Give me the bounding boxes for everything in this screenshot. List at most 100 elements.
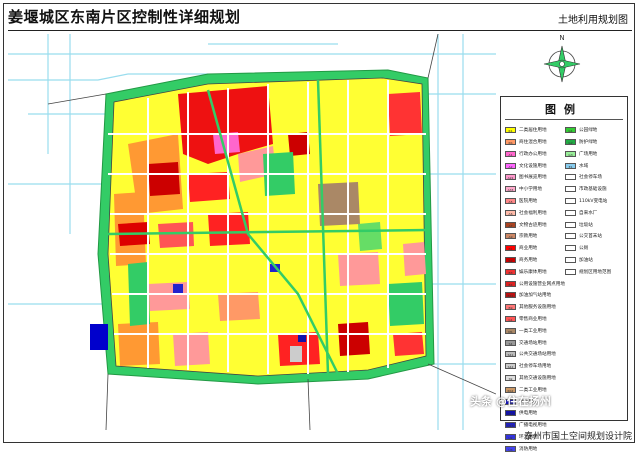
legend-item: B2 商务用地: [505, 255, 565, 266]
legend-swatch: E1: [565, 162, 576, 169]
legend-label: 公园绿地: [579, 128, 598, 134]
north-arrow: N: [540, 34, 584, 86]
legend-item: B3 娱乐康体用地: [505, 267, 565, 278]
legend-label: 图书展览用地: [519, 175, 547, 181]
legend-label: 其他交通设施用地: [519, 375, 556, 381]
legend-item: A7 文物古迹用地: [505, 219, 565, 230]
legend-label: 交通场站用地: [519, 340, 547, 346]
legend-label: 文化设施用地: [519, 163, 547, 169]
legend-label: 供电用地: [519, 411, 538, 417]
mixed-use-block: [118, 322, 160, 366]
legend-swatch: G2: [565, 139, 576, 146]
legend-swatch: Rb: [505, 139, 516, 146]
legend-label: 自来水厂: [579, 210, 598, 216]
legend-swatch: A33: [505, 186, 516, 193]
legend-label: 零售商业用地: [519, 317, 547, 322]
legend-swatch: R1: [505, 127, 516, 134]
legend-item: A6 社会福利用地: [505, 208, 565, 219]
legend-swatch: [565, 186, 576, 193]
legend-swatch: Rb2: [505, 386, 516, 393]
legend-item: U3 消防用地: [505, 444, 565, 455]
legend-swatch: A2: [505, 162, 516, 169]
land-use-map[interactable]: [8, 34, 496, 430]
legend-item: B9 其他服务设施用地: [505, 302, 565, 313]
legend-swatch: [565, 174, 576, 181]
legend-label: 消防用地: [519, 446, 538, 452]
legend-item: A9 宗教用地: [505, 231, 565, 242]
legend-swatch: G1: [565, 127, 576, 134]
legend-label: 加油站: [579, 258, 593, 264]
legend-swatch: S4: [505, 339, 516, 346]
legend-item: G1 公园绿地: [565, 125, 611, 136]
legend-label: 110kV变电站: [579, 199, 608, 205]
legend-item: B41 加油加气站用地: [505, 290, 565, 301]
legend-item: S9 其他交通设施用地: [505, 373, 565, 384]
legend-swatch: U15: [505, 422, 516, 429]
legend-label: 文物古迹用地: [519, 222, 547, 228]
watermark-text: 头条 @住在扬州: [470, 395, 551, 408]
legend-item: 公厕: [565, 243, 611, 254]
legend-item: A2 文化设施用地: [505, 160, 565, 171]
legend-label: 水域: [579, 163, 589, 169]
utility-block: [90, 324, 108, 350]
legend-swatch: U3: [505, 445, 516, 452]
legend: 图例 R1 二类居住用地 Rb 商住混合用地 A1 行政办公用地 A2 文化设施用地 A22 图书…: [500, 96, 628, 452]
north-label: N: [559, 34, 565, 42]
legend-item: A22 图书展览用地: [505, 172, 565, 183]
legend-label: 社会福利用地: [519, 210, 547, 216]
park-block: [358, 222, 382, 251]
legend-swatch: B41: [505, 292, 516, 299]
legend-swatch: U12: [505, 410, 516, 417]
school-block: [338, 252, 380, 286]
legend-item: E1 水域: [565, 160, 611, 171]
legend-label: 广播电视用地: [519, 423, 547, 429]
legend-item: G1 零售商业用地: [505, 314, 565, 325]
legend-swatch: [565, 268, 576, 275]
map-subtitle: 土地利用规划图: [558, 15, 628, 26]
industrial-block: [318, 182, 360, 226]
planning-sheet: 姜堰城区东南片区控制性详细规划 土地利用规划图 N 图例 R1 二类居住用地 R…: [0, 0, 640, 452]
legend-item: 社会停车场: [565, 172, 611, 183]
legend-label: 公共交通场站用地: [519, 352, 556, 358]
legend-label: 市政基础设施: [579, 187, 607, 193]
legend-swatch: S42: [505, 363, 516, 370]
legend-label: 医院用地: [519, 199, 538, 205]
legend-swatch: G3: [565, 150, 576, 157]
legend-panel: N 图例 R1 二类居住用地 Rb 商住混合用地 A1 行政办公用地 A2 文化设施用地 A22…: [500, 34, 630, 452]
legend-label: 二类居住用地: [519, 128, 547, 134]
legend-swatch: U2: [505, 433, 516, 440]
legend-divider: [505, 119, 623, 120]
legend-item: 自来水厂: [565, 208, 611, 219]
legend-swatch: A22: [505, 174, 516, 181]
legend-label: 娱乐康体用地: [519, 269, 547, 275]
legend-swatch: B4: [505, 280, 516, 287]
legend-label: 中小学用地: [519, 187, 542, 193]
legend-item: R1 二类居住用地: [505, 125, 565, 136]
admin-block: [213, 132, 240, 154]
legend-item: 垃圾站: [565, 219, 611, 230]
legend-label: 行政办公用地: [519, 151, 547, 157]
legend-label: 商业用地: [519, 246, 538, 252]
school-block: [403, 242, 426, 276]
legend-item: G2 防护绿地: [565, 137, 611, 148]
legend-label: 加油加气站用地: [519, 293, 552, 299]
legend-item: M1 一类工业用地: [505, 326, 565, 337]
footer-credit: 泰州市国土空间规划设计院: [523, 432, 632, 442]
legend-item: B4 公用设施营业网点用地: [505, 278, 565, 289]
legend-item: S4 交通场站用地: [505, 337, 565, 348]
legend-item: G3 广场用地: [565, 149, 611, 160]
transport-block: [290, 346, 302, 362]
commercial-block: [393, 332, 424, 356]
legend-label: 公用设施营业网点用地: [519, 281, 565, 287]
legend-swatch: M1: [505, 327, 516, 334]
legend-item: A33 中小学用地: [505, 184, 565, 195]
park-block: [388, 282, 424, 326]
legend-label: 垃圾站: [579, 222, 593, 228]
legend-column-right: G1 公园绿地 G2 防护绿地 G3 广场用地 E1 水域 社会停车场 市政基础设施 110kV变电…: [565, 125, 611, 278]
legend-swatch: [565, 221, 576, 228]
legend-label: 一类工业用地: [519, 328, 547, 334]
legend-label: 商务用地: [519, 258, 538, 264]
map-title: 姜堰城区东南片区控制性详细规划: [8, 8, 241, 26]
legend-label: 规划区用地范围: [579, 269, 612, 275]
legend-label: 商住混合用地: [519, 140, 547, 146]
